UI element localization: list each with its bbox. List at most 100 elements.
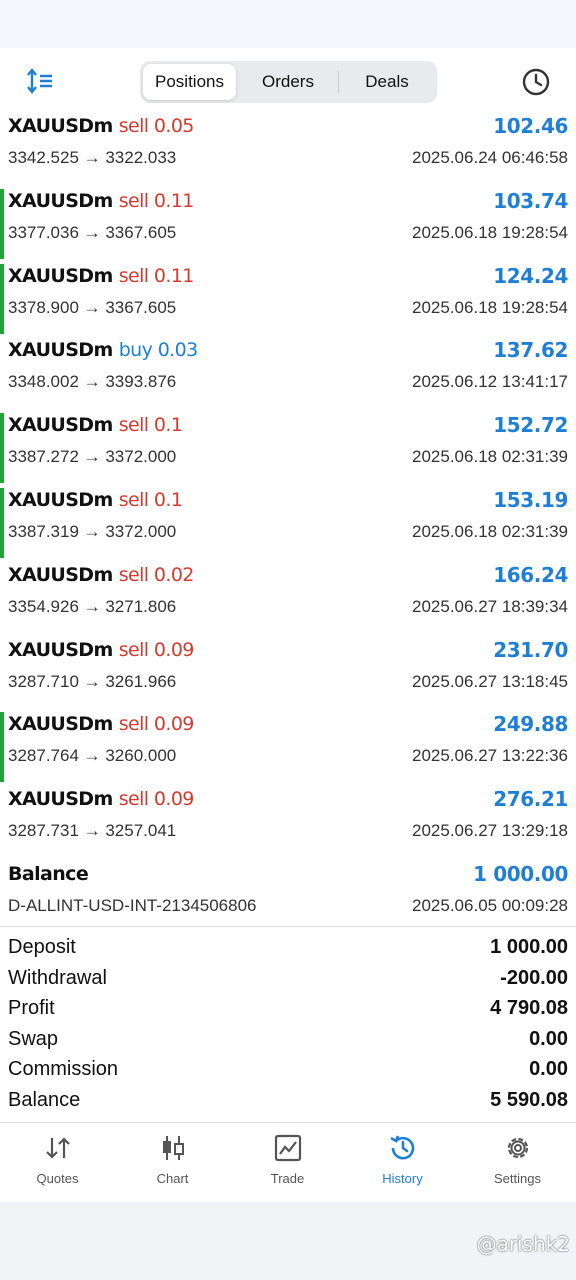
deal-time: 2025.06.12 13:41:17 — [412, 372, 568, 392]
tab-history[interactable]: History — [345, 1133, 460, 1195]
summary-label: Profit — [8, 997, 55, 1019]
symbol-name: XAUUSDm — [8, 189, 113, 212]
symbol-name: XAUUSDm — [8, 638, 113, 661]
deal-time: 2025.06.27 13:22:36 — [412, 746, 568, 766]
deal-row[interactable]: XAUUSDm sell 0.02 166.24 3354.926 → 3271.8… — [0, 559, 576, 634]
summary-divider — [0, 926, 576, 927]
summary-value: 5 590.08 — [490, 1088, 568, 1111]
deal-time: 2025.06.05 00:09:28 — [412, 895, 568, 915]
deal-time: 2025.06.18 02:31:39 — [412, 447, 568, 467]
deal-profit: 102.46 — [493, 114, 568, 138]
deal-profit: 249.88 — [493, 712, 568, 737]
deal-prices: 3348.002 → 3393.876 — [8, 372, 177, 392]
watermark-text: @arishk2 — [476, 1232, 570, 1256]
summary-row-balance: Balance 5 590.08 — [0, 1086, 576, 1117]
deal-profit: 124.24 — [493, 263, 568, 288]
deal-row[interactable]: XAUUSDm sell 0.09 231.70 3287.710 → 3261.9… — [0, 634, 576, 709]
tab-label: Chart — [156, 1171, 189, 1186]
tab-positions[interactable]: Positions — [143, 64, 236, 100]
deal-symbol: XAUUSDm sell 0.05 — [8, 115, 194, 137]
deal-prices: 3287.710 → 3261.966 — [8, 671, 177, 691]
summary-row-profit: Profit 4 790.08 — [0, 994, 576, 1025]
tab-settings[interactable]: Settings — [460, 1133, 575, 1195]
history-icon — [389, 1135, 414, 1160]
deal-symbol: XAUUSDm sell 0.1 — [8, 414, 183, 437]
summary-label: Commission — [8, 1058, 119, 1080]
summary-label: Deposit — [8, 936, 76, 958]
sort-icon[interactable] — [26, 68, 56, 96]
summary-row-withdrawal: Withdrawal -200.00 — [0, 964, 576, 995]
deal-side-volume: sell 0.1 — [118, 488, 183, 511]
deal-profit: 231.70 — [493, 637, 568, 662]
deal-row[interactable]: XAUUSDm sell 0.11 103.74 3377.036 → 3367.6… — [0, 185, 576, 260]
deal-side-volume: sell 0.1 — [118, 414, 183, 437]
chart-icon — [162, 1136, 184, 1160]
deal-side-volume: sell 0.05 — [118, 115, 195, 137]
tab-trade[interactable]: Trade — [230, 1133, 345, 1195]
deal-symbol: XAUUSDm buy 0.03 — [8, 339, 198, 361]
deal-profit: 166.24 — [493, 562, 568, 587]
deal-side-volume: sell 0.11 — [118, 189, 195, 212]
row-marker — [0, 413, 4, 484]
deal-prices: 3377.036 → 3367.605 — [8, 222, 177, 242]
tab-orders[interactable]: Orders — [240, 64, 336, 100]
tab-chart[interactable]: Chart — [115, 1133, 230, 1195]
deal-side-volume: sell 0.11 — [118, 264, 195, 287]
deal-time: 2025.06.27 18:39:34 — [412, 596, 568, 616]
row-marker — [0, 712, 4, 783]
positions-orders-deals-switch: Positions Orders Deals — [140, 61, 437, 103]
deal-side-volume: sell 0.02 — [118, 563, 195, 586]
deal-profit: 152.72 — [493, 413, 568, 438]
deal-profit: 137.62 — [493, 338, 568, 363]
summary-value: -200.00 — [500, 966, 568, 989]
tab-label: Quotes — [36, 1171, 79, 1186]
symbol-name: XAUUSDm — [8, 414, 113, 437]
tab-label: Settings — [494, 1171, 541, 1186]
deal-row[interactable]: XAUUSDm buy 0.03 137.62 3348.002 → 3393.87… — [0, 334, 576, 409]
deal-row[interactable]: XAUUSDm sell 0.1 152.72 3387.272 → 3372.00… — [0, 409, 576, 484]
top-toolbar: Positions Orders Deals — [0, 48, 576, 116]
deal-row[interactable]: XAUUSDm sell 0.11 124.24 3378.900 → 3367.6… — [0, 260, 576, 335]
deal-symbol: XAUUSDm sell 0.11 — [8, 265, 194, 287]
deal-row[interactable]: XAUUSDm sell 0.09 276.21 3287.731 → 3257.0… — [0, 783, 576, 858]
deal-row[interactable]: XAUUSDm sell 0.09 249.88 3287.764 → 3260.0… — [0, 708, 576, 783]
summary-row-deposit: Deposit 1 000.00 — [0, 933, 576, 964]
deal-symbol: XAUUSDm sell 0.09 — [8, 788, 194, 810]
summary-value: 0.00 — [529, 1027, 568, 1050]
summary-label: Swap — [8, 1027, 59, 1050]
symbol-name: XAUUSDm — [8, 339, 113, 362]
deal-symbol: XAUUSDm sell 0.09 — [8, 713, 194, 735]
deal-prices: 3287.764 → 3260.000 — [8, 746, 177, 766]
deal-time: 2025.06.24 06:46:58 — [412, 148, 568, 167]
deal-side-volume: sell 0.09 — [118, 638, 195, 661]
tab-quotes[interactable]: Quotes — [0, 1133, 115, 1195]
deal-time: 2025.06.27 13:18:45 — [412, 671, 568, 691]
clock-icon[interactable] — [520, 66, 552, 98]
deal-history-list: XAUUSDm sell 0.05 102.46 3342.525 → 3322.0… — [0, 110, 576, 933]
summary-row-swap: Swap 0.00 — [0, 1025, 576, 1056]
deal-row[interactable]: XAUUSDm sell 0.1 153.19 3387.319 → 3372.00… — [0, 484, 576, 559]
deal-prices: 3342.525 → 3322.033 — [8, 148, 177, 167]
deal-row[interactable]: XAUUSDm sell 0.05 102.46 3342.525 → 3322.0… — [0, 110, 576, 185]
deal-side-volume: sell 0.09 — [118, 713, 195, 736]
deal-symbol: XAUUSDm sell 0.11 — [8, 190, 194, 212]
symbol-name: XAUUSDm — [8, 563, 113, 586]
symbol-name: XAUUSDm — [8, 115, 113, 137]
tab-label: History — [382, 1171, 423, 1186]
summary-label: Balance — [8, 1088, 81, 1111]
summary-value: 1 000.00 — [490, 936, 568, 958]
segment-divider — [338, 71, 339, 93]
row-marker — [0, 263, 4, 334]
row-marker — [0, 188, 4, 259]
balance-row[interactable]: Balance 1 000.00 D-ALLINT-USD-INT-21345068… — [0, 858, 576, 933]
tab-deals[interactable]: Deals — [340, 64, 434, 100]
summary-section: Deposit 1 000.00 Withdrawal -200.00 Prof… — [0, 933, 576, 1116]
deal-symbol: XAUUSDm sell 0.09 — [8, 639, 194, 661]
symbol-name: Balance — [8, 862, 89, 885]
settings-icon — [507, 1137, 528, 1159]
deal-prices: 3387.319 → 3372.000 — [8, 521, 177, 541]
summary-label: Withdrawal — [8, 966, 107, 989]
summary-row-commission: Commission 0.00 — [0, 1055, 576, 1086]
deal-prices: 3387.272 → 3372.000 — [8, 447, 177, 467]
bottom-tab-bar: Quotes Chart Trade History Settings — [0, 1122, 576, 1202]
